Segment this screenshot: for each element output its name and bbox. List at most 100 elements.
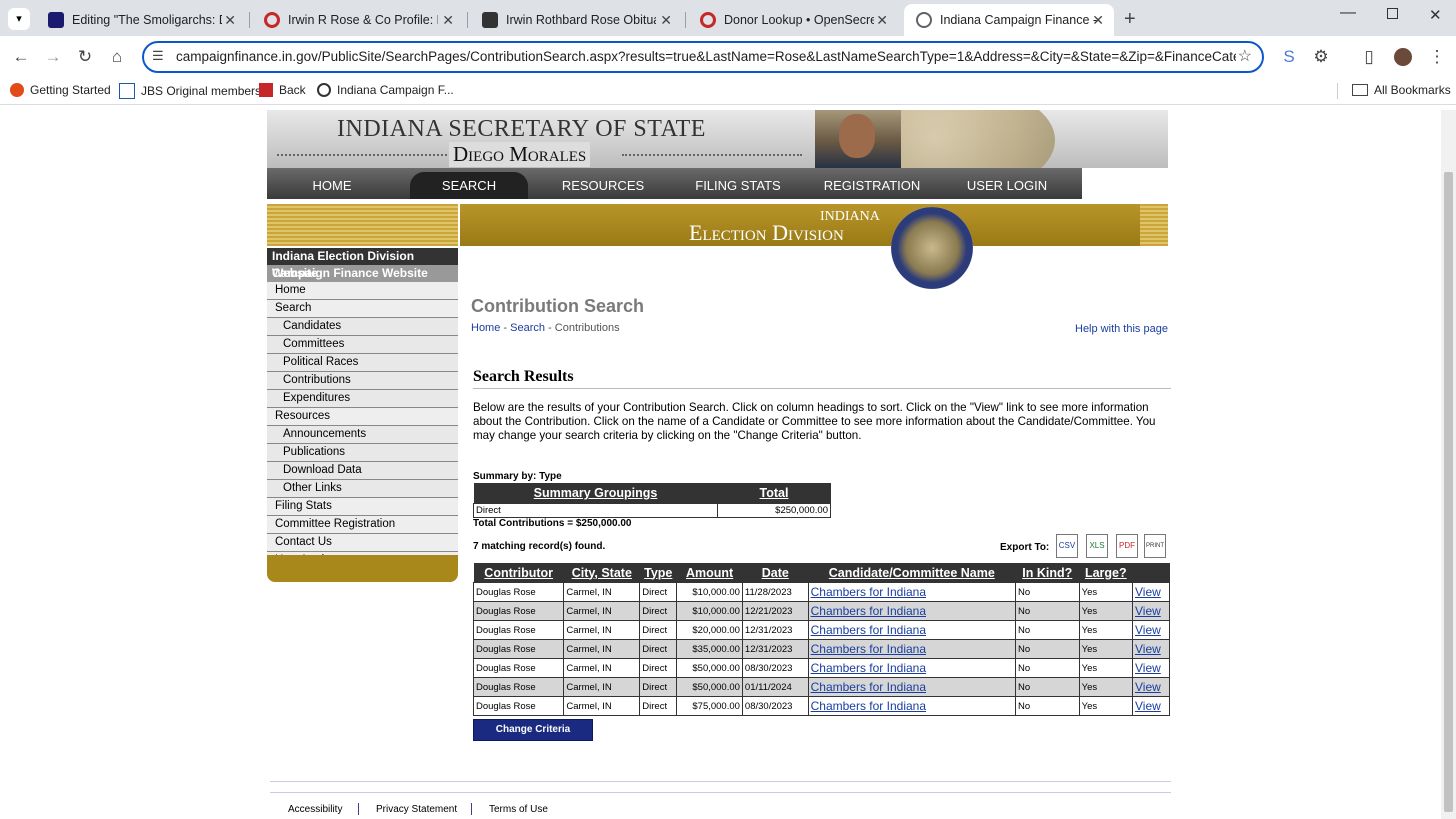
- view-link[interactable]: View: [1135, 699, 1161, 713]
- sidebar-item-political-races[interactable]: Political Races: [267, 354, 458, 372]
- csv-export-icon[interactable]: CSV: [1056, 534, 1078, 558]
- header-large[interactable]: Large?: [1079, 563, 1133, 583]
- sidebar-item-contributions[interactable]: Contributions: [267, 372, 458, 390]
- committee-link[interactable]: Chambers for Indiana: [811, 680, 926, 694]
- scroll-thumb[interactable]: [1444, 172, 1453, 812]
- banner-name: Diego Morales: [449, 142, 591, 167]
- nav-search[interactable]: SEARCH: [410, 172, 528, 199]
- pdf-export-icon[interactable]: PDF: [1116, 534, 1138, 558]
- bookmark-item[interactable]: JBS Original members: [119, 83, 261, 99]
- header-in-kind[interactable]: In Kind?: [1015, 563, 1080, 583]
- menu-icon[interactable]: ⋮: [1424, 44, 1450, 70]
- header-contributor[interactable]: Contributor: [473, 563, 564, 583]
- summary-groupings-header[interactable]: Summary Groupings: [473, 483, 718, 504]
- extensions-icon[interactable]: ⚙: [1308, 44, 1334, 70]
- footer-accessibility-link[interactable]: Accessibility: [288, 804, 342, 815]
- header-amount[interactable]: Amount: [676, 563, 743, 583]
- print-icon[interactable]: PRINT: [1144, 534, 1166, 558]
- sidebar-item-download-data[interactable]: Download Data: [267, 462, 458, 480]
- city-state-cell: Carmel, IN: [563, 620, 641, 640]
- close-icon[interactable]: ✕: [224, 12, 236, 29]
- sidebar-item-resources[interactable]: Resources: [267, 408, 458, 426]
- sidebar-item-contact-us[interactable]: Contact Us: [267, 534, 458, 552]
- sidebar-campaign-finance-link[interactable]: Campaign Finance Website: [267, 265, 458, 282]
- close-icon[interactable]: ✕: [1092, 12, 1104, 29]
- sidebar-item-announcements[interactable]: Announcements: [267, 426, 458, 444]
- committee-link[interactable]: Chambers for Indiana: [811, 623, 926, 637]
- page-scrollbar[interactable]: [1441, 110, 1456, 819]
- sidebar-item-expenditures[interactable]: Expenditures: [267, 390, 458, 408]
- committee-link[interactable]: Chambers for Indiana: [811, 585, 926, 599]
- table-row: Douglas Rose Carmel, IN Direct $10,000.00 11…: [472, 582, 1171, 602]
- view-link[interactable]: View: [1135, 623, 1161, 637]
- home-icon[interactable]: ⌂: [104, 44, 130, 70]
- in-kind-cell: No: [1014, 601, 1080, 621]
- sidebar-item-committee-registration[interactable]: Committee Registration: [267, 516, 458, 534]
- sidebar-item-other-links[interactable]: Other Links: [267, 480, 458, 498]
- close-window-button[interactable]: ✕: [1429, 6, 1442, 24]
- forward-arrow-icon[interactable]: →: [40, 44, 66, 70]
- nav-filing-stats[interactable]: FILING STATS: [685, 168, 791, 199]
- candidate-committee-cell: Chambers for Indiana: [807, 582, 1016, 602]
- address-bar[interactable]: ☰ campaignfinance.in.gov/PublicSite/Sear…: [142, 41, 1264, 73]
- bookmark-item[interactable]: Getting Started: [10, 83, 111, 97]
- browser-tab-3[interactable]: Donor Lookup • OpenSecrets ✕: [688, 4, 898, 36]
- view-link[interactable]: View: [1135, 680, 1161, 694]
- committee-link[interactable]: Chambers for Indiana: [811, 699, 926, 713]
- restore-button[interactable]: [1387, 8, 1398, 19]
- excel-export-icon[interactable]: XLS: [1086, 534, 1108, 558]
- committee-link[interactable]: Chambers for Indiana: [811, 604, 926, 618]
- sidebar-item-candidates[interactable]: Candidates: [267, 318, 458, 336]
- city-state-cell: Carmel, IN: [563, 658, 641, 678]
- view-link[interactable]: View: [1135, 642, 1161, 656]
- committee-link[interactable]: Chambers for Indiana: [811, 661, 926, 675]
- view-link[interactable]: View: [1135, 604, 1161, 618]
- back-arrow-icon[interactable]: ←: [8, 44, 34, 70]
- footer-privacy-link[interactable]: Privacy Statement: [376, 804, 457, 815]
- summary-total-header[interactable]: Total: [717, 483, 831, 504]
- nav-home[interactable]: HOME: [282, 168, 382, 199]
- side-panel-icon[interactable]: ▯: [1356, 44, 1382, 70]
- browser-tab-0[interactable]: Editing "The Smoligarchs: Doug ✕: [36, 4, 246, 36]
- header-date[interactable]: Date: [742, 563, 809, 583]
- help-link[interactable]: Help with this page: [1075, 323, 1168, 335]
- sidebar-item-publications[interactable]: Publications: [267, 444, 458, 462]
- nav-user-login[interactable]: USER LOGIN: [957, 168, 1057, 199]
- view-link[interactable]: View: [1135, 585, 1161, 599]
- change-criteria-button[interactable]: Change Criteria: [473, 719, 593, 741]
- header-type[interactable]: Type: [639, 563, 677, 583]
- view-link[interactable]: View: [1135, 661, 1161, 675]
- all-bookmarks[interactable]: All Bookmarks: [1352, 83, 1451, 97]
- sync-icon[interactable]: S: [1276, 44, 1302, 70]
- footer-terms-link[interactable]: Terms of Use: [489, 804, 548, 815]
- header-candidate-committee[interactable]: Candidate/Committee Name: [808, 563, 1016, 583]
- browser-tab-4[interactable]: Indiana Campaign Finance - Co ✕: [904, 4, 1114, 36]
- header-city-state[interactable]: City, State: [563, 563, 640, 583]
- reload-icon[interactable]: ↻: [72, 44, 98, 70]
- amount-cell: $50,000.00: [676, 658, 743, 678]
- committee-link[interactable]: Chambers for Indiana: [811, 642, 926, 656]
- nav-resources[interactable]: RESOURCES: [550, 168, 656, 199]
- new-tab-button[interactable]: +: [1124, 8, 1136, 31]
- sidebar-item-home[interactable]: Home: [267, 282, 458, 300]
- large-cell: Yes: [1078, 620, 1133, 640]
- sidebar-election-division-link[interactable]: Indiana Election Division Website: [267, 248, 458, 280]
- browser-tab-2[interactable]: Irwin Rothbard Rose Obituary 2 ✕: [470, 4, 682, 36]
- close-icon[interactable]: ✕: [442, 12, 454, 29]
- close-icon[interactable]: ✕: [876, 12, 888, 29]
- breadcrumb-search[interactable]: Search: [510, 322, 545, 334]
- browser-tab-1[interactable]: Irwin R Rose & Co Profile: Recip ✕: [252, 4, 464, 36]
- bookmark-item[interactable]: Back: [259, 83, 306, 97]
- minimize-button[interactable]: —: [1340, 4, 1356, 22]
- sidebar-item-committees[interactable]: Committees: [267, 336, 458, 354]
- nav-registration[interactable]: REGISTRATION: [817, 168, 927, 199]
- tab-search-button[interactable]: ▾: [8, 8, 30, 30]
- sidebar-item-filing-stats[interactable]: Filing Stats: [267, 498, 458, 516]
- avatar[interactable]: [1394, 48, 1412, 66]
- star-icon[interactable]: ☆: [1238, 46, 1252, 66]
- bookmark-item[interactable]: Indiana Campaign F...: [317, 83, 454, 97]
- breadcrumb-home[interactable]: Home: [471, 322, 500, 334]
- close-icon[interactable]: ✕: [660, 12, 672, 29]
- site-info-icon[interactable]: ☰: [152, 48, 164, 64]
- sidebar-item-search[interactable]: Search: [267, 300, 458, 318]
